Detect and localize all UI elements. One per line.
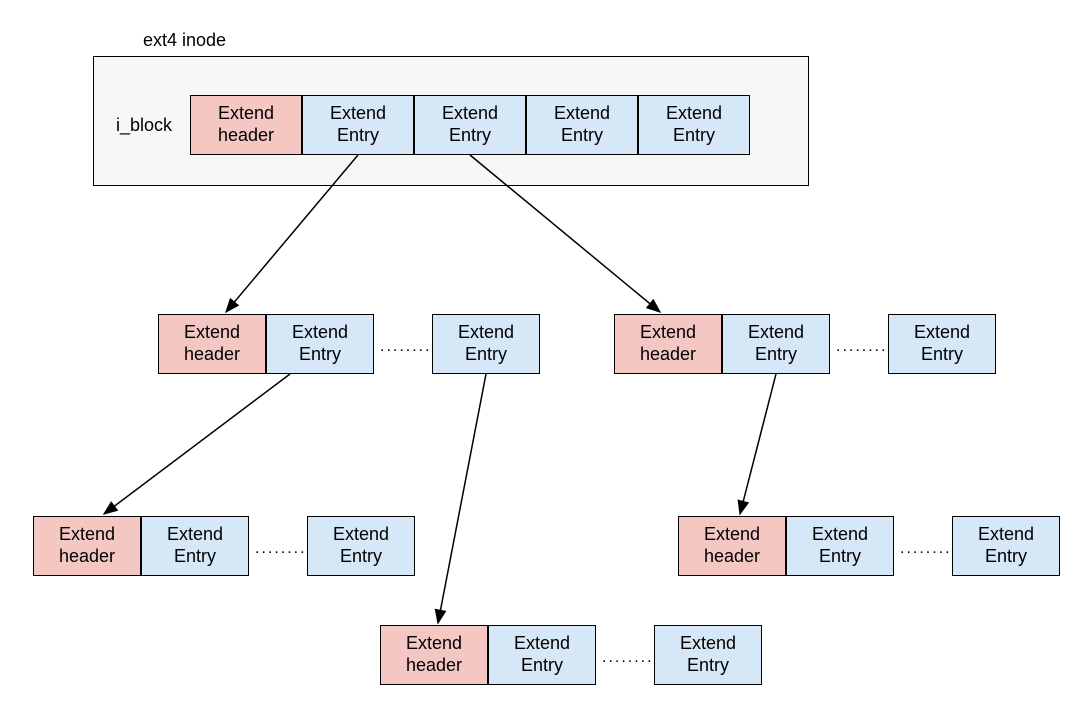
l3-left-entry-2: Extend Entry <box>307 516 415 576</box>
l2-left-dots: ........ <box>380 338 428 356</box>
iblock-entry-4: Extend Entry <box>638 95 750 155</box>
arrow-3 <box>104 374 290 514</box>
iblock-entry-2: Extend Entry <box>414 95 526 155</box>
l3-right-entry-1: Extend Entry <box>786 516 894 576</box>
l2-left-header: Extend header <box>158 314 266 374</box>
l2-left-entry-2: Extend Entry <box>432 314 540 374</box>
l3-right-header: Extend header <box>678 516 786 576</box>
l2-right-entry-1: Extend Entry <box>722 314 830 374</box>
l4-center-entry-1: Extend Entry <box>488 625 596 685</box>
iblock-entry-3: Extend Entry <box>526 95 638 155</box>
diagram-canvas: ext4 inode i_block Extend header Extend … <box>0 0 1080 727</box>
arrow-5 <box>740 374 776 514</box>
l3-right-dots: ........ <box>900 540 948 558</box>
l2-right-dots: ........ <box>836 338 884 356</box>
l3-left-entry-1: Extend Entry <box>141 516 249 576</box>
l3-left-header: Extend header <box>33 516 141 576</box>
l4-center-header: Extend header <box>380 625 488 685</box>
iblock-entry-1: Extend Entry <box>302 95 414 155</box>
l4-center-dots: ........ <box>602 649 650 667</box>
iblock-header: Extend header <box>190 95 302 155</box>
l2-right-entry-2: Extend Entry <box>888 314 996 374</box>
l2-left-entry-1: Extend Entry <box>266 314 374 374</box>
l4-center-entry-2: Extend Entry <box>654 625 762 685</box>
diagram-title: ext4 inode <box>143 30 226 51</box>
l2-right-header: Extend header <box>614 314 722 374</box>
arrow-4 <box>438 374 486 623</box>
iblock-label: i_block <box>104 95 184 155</box>
l3-left-dots: ........ <box>255 540 303 558</box>
l3-right-entry-2: Extend Entry <box>952 516 1060 576</box>
